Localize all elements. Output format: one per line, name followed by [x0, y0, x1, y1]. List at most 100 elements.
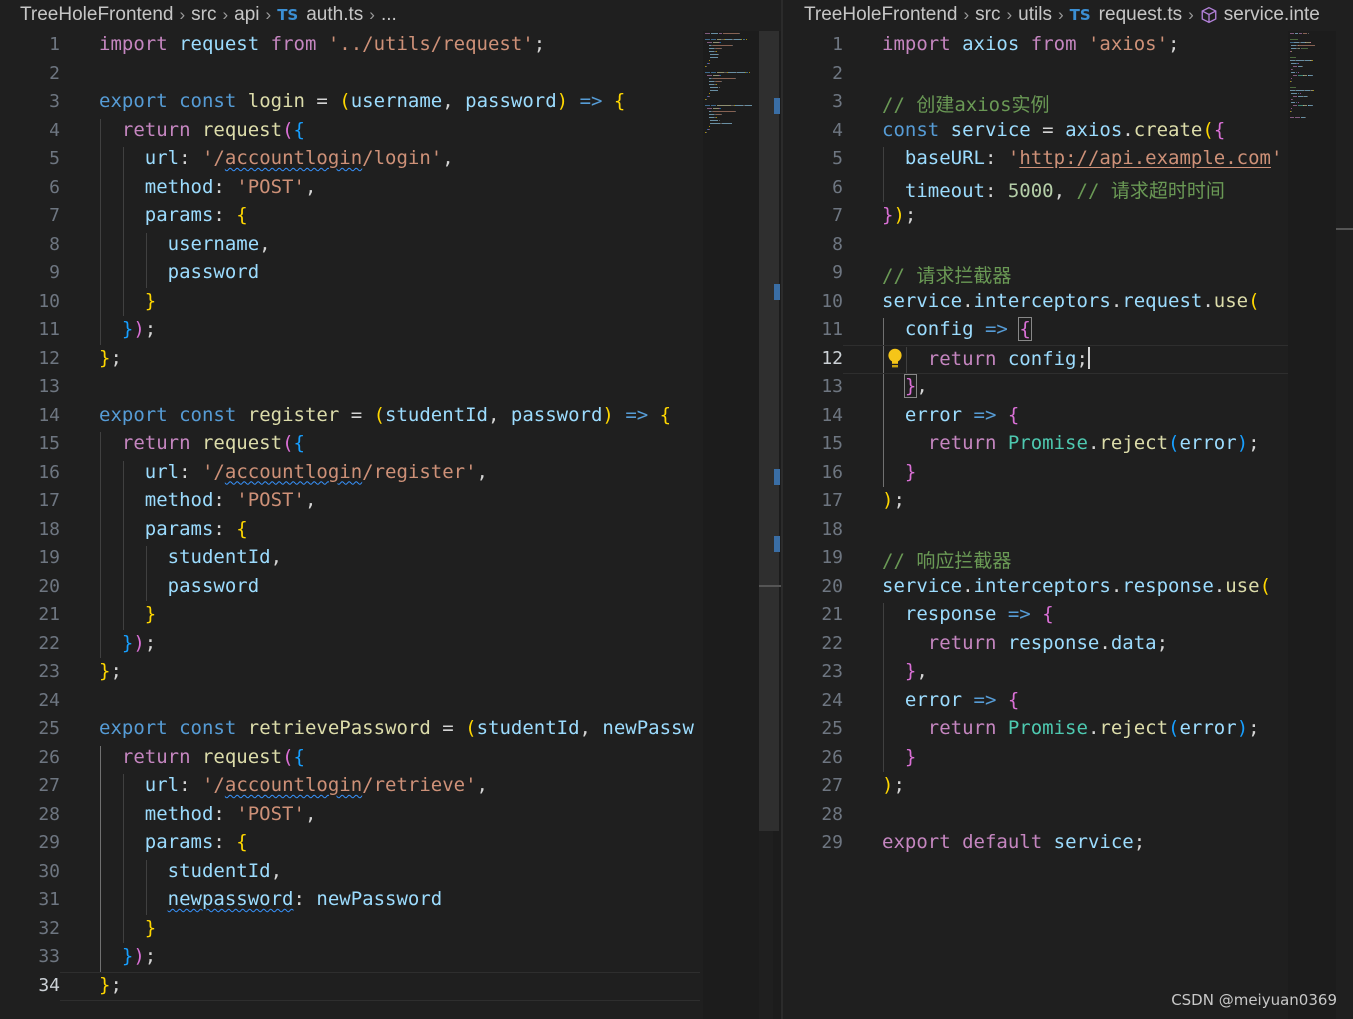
line-number[interactable]: 7: [0, 205, 60, 226]
code-text[interactable]: }: [99, 917, 156, 939]
code-text[interactable]: export const register = (studentId, pass…: [99, 404, 671, 426]
line-number[interactable]: 25: [783, 718, 843, 739]
scrollbar-thumb[interactable]: [759, 31, 779, 831]
line-number[interactable]: 14: [0, 405, 60, 426]
line-number[interactable]: 33: [0, 946, 60, 967]
line-number[interactable]: 14: [783, 405, 843, 426]
code-text[interactable]: };: [99, 660, 122, 682]
line-number[interactable]: 19: [783, 547, 843, 568]
line-number[interactable]: 15: [783, 433, 843, 454]
line-number[interactable]: 34: [0, 975, 60, 996]
line-number[interactable]: 21: [0, 604, 60, 625]
code-text[interactable]: const service = axios.create({: [882, 119, 1225, 141]
code-text[interactable]: username,: [99, 233, 271, 255]
line-number[interactable]: 3: [0, 91, 60, 112]
line-number[interactable]: 6: [783, 177, 843, 198]
code-text[interactable]: });: [882, 204, 916, 226]
code-text[interactable]: return Promise.reject(error);: [882, 717, 1260, 739]
line-number[interactable]: 31: [0, 889, 60, 910]
code-text[interactable]: params: {: [99, 831, 248, 853]
code-text[interactable]: newpassword: newPassword: [99, 888, 443, 910]
code-text[interactable]: return request({: [99, 119, 305, 141]
line-number[interactable]: 20: [783, 576, 843, 597]
code-text[interactable]: // 创建axios实例: [882, 90, 1050, 117]
code-text[interactable]: studentId,: [99, 860, 282, 882]
line-number[interactable]: 24: [783, 690, 843, 711]
code-text[interactable]: baseURL: 'http://api.example.com': [882, 147, 1283, 169]
scrollbar[interactable]: [759, 31, 779, 1019]
line-number[interactable]: 32: [0, 918, 60, 939]
line-number[interactable]: 25: [0, 718, 60, 739]
code-text[interactable]: );: [882, 489, 905, 511]
line-number[interactable]: 8: [0, 234, 60, 255]
code-text[interactable]: return request({: [99, 746, 305, 768]
line-number[interactable]: 23: [783, 661, 843, 682]
line-number[interactable]: 4: [0, 120, 60, 141]
line-number[interactable]: 15: [0, 433, 60, 454]
breadcrumb-item[interactable]: src: [191, 4, 216, 26]
line-number[interactable]: 19: [0, 547, 60, 568]
code-text[interactable]: },: [882, 374, 928, 398]
line-number[interactable]: 6: [0, 177, 60, 198]
code-text[interactable]: // 响应拦截器: [882, 546, 1011, 573]
line-number[interactable]: 18: [783, 519, 843, 540]
line-number[interactable]: 20: [0, 576, 60, 597]
code-text[interactable]: url: '/accountlogin/login',: [99, 147, 454, 169]
line-number[interactable]: 10: [0, 291, 60, 312]
code-text[interactable]: return response.data;: [882, 632, 1168, 654]
line-number[interactable]: 4: [783, 120, 843, 141]
line-number[interactable]: 18: [0, 519, 60, 540]
code-text[interactable]: service.interceptors.response.use(: [882, 575, 1271, 597]
line-number[interactable]: 26: [783, 747, 843, 768]
code-text[interactable]: url: '/accountlogin/retrieve',: [99, 774, 488, 796]
breadcrumb-item[interactable]: TreeHoleFrontend: [20, 4, 173, 26]
line-number[interactable]: 23: [0, 661, 60, 682]
code-text[interactable]: );: [882, 774, 905, 796]
line-number[interactable]: 27: [783, 775, 843, 796]
code-text[interactable]: });: [99, 945, 156, 967]
breadcrumb-item[interactable]: auth.ts: [306, 4, 363, 26]
code-text[interactable]: });: [99, 318, 156, 340]
code-text[interactable]: export const login = (username, password…: [99, 90, 625, 112]
line-number[interactable]: 5: [783, 148, 843, 169]
line-number[interactable]: 5: [0, 148, 60, 169]
code-text[interactable]: }: [882, 461, 916, 483]
line-number[interactable]: 1: [783, 34, 843, 55]
line-number[interactable]: 9: [783, 262, 843, 283]
line-number[interactable]: 1: [0, 34, 60, 55]
code-text[interactable]: });: [99, 632, 156, 654]
line-number[interactable]: 29: [0, 832, 60, 853]
line-number[interactable]: 13: [783, 376, 843, 397]
line-number[interactable]: 7: [783, 205, 843, 226]
line-number[interactable]: 16: [783, 462, 843, 483]
breadcrumb-item[interactable]: ...: [381, 4, 397, 26]
line-number[interactable]: 12: [0, 348, 60, 369]
breadcrumb-item[interactable]: service.inte: [1224, 4, 1320, 26]
line-number[interactable]: 9: [0, 262, 60, 283]
line-number[interactable]: 30: [0, 861, 60, 882]
code-text[interactable]: },: [882, 660, 928, 682]
line-number[interactable]: 28: [783, 804, 843, 825]
line-number[interactable]: 29: [783, 832, 843, 853]
code-text[interactable]: error => {: [882, 689, 1019, 711]
code-text[interactable]: error => {: [882, 404, 1019, 426]
line-number[interactable]: 26: [0, 747, 60, 768]
code-text[interactable]: // 请求拦截器: [882, 261, 1011, 288]
code-text[interactable]: export default service;: [882, 831, 1145, 853]
code-text[interactable]: return request({: [99, 432, 305, 454]
line-number[interactable]: 8: [783, 234, 843, 255]
code-text[interactable]: import axios from 'axios';: [882, 33, 1180, 55]
code-text[interactable]: };: [99, 347, 122, 369]
breadcrumb-item[interactable]: src: [975, 4, 1000, 26]
line-number[interactable]: 11: [783, 319, 843, 340]
left-editor-pane[interactable]: TreeHoleFrontend › src › api › TS auth.ts ›... 1…: [0, 0, 781, 1019]
line-number[interactable]: 22: [783, 633, 843, 654]
line-number[interactable]: 17: [783, 490, 843, 511]
line-number[interactable]: 21: [783, 604, 843, 625]
code-text[interactable]: studentId,: [99, 546, 282, 568]
code-text[interactable]: import request from '../utils/request';: [99, 33, 545, 55]
line-number[interactable]: 3: [783, 91, 843, 112]
line-number[interactable]: 10: [783, 291, 843, 312]
line-number[interactable]: 2: [783, 63, 843, 84]
line-number[interactable]: 28: [0, 804, 60, 825]
